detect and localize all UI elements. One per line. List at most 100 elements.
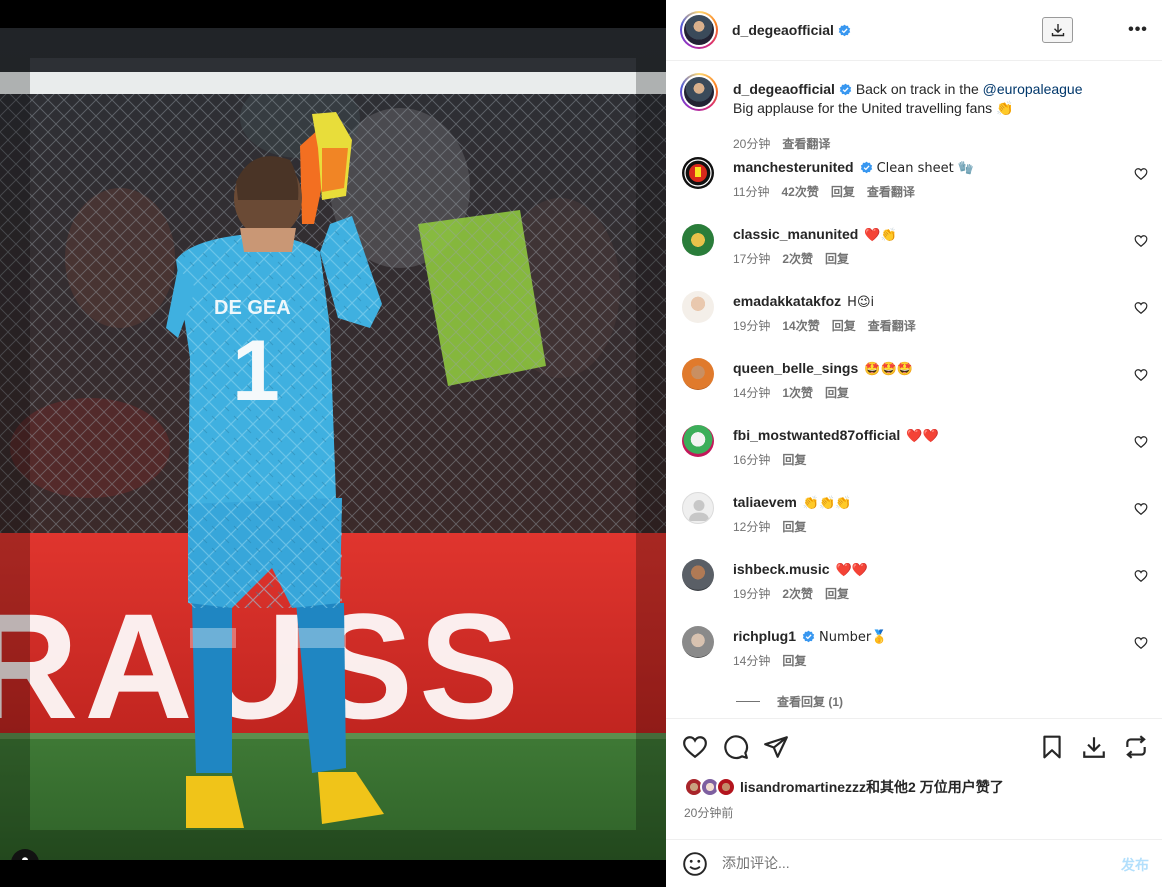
comment-avatar[interactable]	[682, 291, 714, 323]
comment-reply-button[interactable]: 回复	[825, 384, 849, 401]
comment-reply-button[interactable]: 回复	[782, 518, 806, 535]
comment-item: ishbeck.music ❤️❤️ 19分钟 2次赞 回复	[680, 559, 1150, 619]
download-action-icon[interactable]	[1081, 734, 1107, 760]
caption-translate-button[interactable]: 查看翻译	[782, 135, 830, 152]
comment-reply-button[interactable]: 回复	[782, 652, 806, 669]
comment-text: Number🥇	[819, 630, 888, 645]
comment-time: 19分钟	[733, 587, 771, 601]
comment-meta: 12分钟 回复	[733, 518, 806, 535]
comment-body: ishbeck.music ❤️❤️	[733, 560, 868, 580]
post-details-panel: d_degeaofficial ••• d_degeaofficial Back…	[666, 0, 1162, 887]
comment-avatar[interactable]	[682, 157, 714, 189]
comment-text: Clean sheet 🧤	[876, 161, 975, 176]
bookmark-icon[interactable]	[1039, 734, 1065, 760]
comment-username[interactable]: classic_manunited	[733, 226, 858, 242]
comment-reply-button[interactable]: 回复	[825, 250, 849, 267]
comment-likes[interactable]: 14次赞	[782, 317, 819, 334]
comment-time: 12分钟	[733, 520, 771, 534]
comment-heart-icon[interactable]	[1134, 301, 1148, 315]
comment-meta: 14分钟 1次赞 回复	[733, 384, 849, 401]
comment-likes[interactable]: 2次赞	[782, 585, 813, 602]
emoji-icon[interactable]	[682, 851, 708, 877]
author-avatar[interactable]	[680, 11, 718, 49]
comment-username[interactable]: fbi_mostwanted87official	[733, 427, 900, 443]
download-icon[interactable]	[1042, 17, 1073, 43]
goalkeeper-photo: RAUSS DE GEA 1	[0, 28, 666, 860]
comment-meta: 16分钟 回复	[733, 451, 806, 468]
comment-reply-button[interactable]: 回复	[831, 183, 855, 200]
caption-username[interactable]: d_degeaofficial	[733, 81, 835, 97]
replies-divider	[736, 701, 760, 702]
comment-username[interactable]: queen_belle_sings	[733, 360, 858, 376]
comment-body: classic_manunited ❤️👏	[733, 225, 897, 245]
comment-heart-icon[interactable]	[1134, 569, 1148, 583]
comments-list: d_degeaofficial Back on track in the @eu…	[666, 61, 1162, 719]
verified-badge-icon	[860, 161, 872, 174]
caption-mention[interactable]: @europaleague	[983, 81, 1083, 97]
comment-translate-button[interactable]: 查看翻译	[867, 183, 915, 200]
default-avatar-icon[interactable]	[682, 492, 714, 524]
repost-icon[interactable]	[1123, 734, 1149, 760]
comment-meta: 19分钟 14次赞 回复 查看翻译	[733, 317, 916, 334]
comment-body: fbi_mostwanted87official ❤️❤️	[733, 426, 939, 446]
comment-body: queen_belle_sings 🤩🤩🤩	[733, 359, 913, 379]
likes-text: lisandromartinezzz和其他2 万位用户赞了	[740, 779, 1004, 795]
comment-likes[interactable]: 2次赞	[782, 250, 813, 267]
comment-heart-icon[interactable]	[1134, 435, 1148, 449]
share-icon[interactable]	[763, 734, 789, 760]
comment-text: ❤️❤️	[906, 429, 939, 444]
comment-reply-button[interactable]: 回复	[782, 451, 806, 468]
caption-avatar[interactable]	[680, 73, 718, 111]
heart-icon[interactable]	[682, 734, 708, 760]
comment-username[interactable]: manchesterunited	[733, 159, 854, 175]
post-header: d_degeaofficial •••	[666, 0, 1162, 61]
comment-meta: 11分钟 42次赞 回复 查看翻译	[733, 183, 915, 200]
comment-avatar[interactable]	[682, 358, 714, 390]
comment-text: ❤️👏	[864, 228, 897, 243]
post-button[interactable]: 发布	[1121, 855, 1149, 875]
action-bar	[666, 720, 1162, 774]
comment-likes[interactable]: 42次赞	[781, 183, 818, 200]
jersey-number: 1	[232, 323, 280, 419]
caption-meta: 20分钟 查看翻译	[733, 135, 830, 152]
comment-avatar[interactable]	[682, 425, 714, 457]
jersey-name: DE GEA	[214, 297, 291, 319]
comment-heart-icon[interactable]	[1134, 167, 1148, 181]
comment-text: H😉i	[847, 295, 875, 310]
caption-time: 20分钟	[733, 137, 771, 151]
comment-heart-icon[interactable]	[1134, 636, 1148, 650]
comment-item: richplug1 Number🥇 14分钟 回复	[680, 626, 1150, 686]
verified-badge-icon	[802, 630, 815, 643]
comment-reply-button[interactable]: 回复	[832, 317, 856, 334]
liker-avatar	[716, 777, 736, 797]
comment-item: classic_manunited ❤️👏 17分钟 2次赞 回复	[680, 224, 1150, 284]
comment-avatar[interactable]	[682, 224, 714, 256]
comment-body: manchesterunited Clean sheet 🧤	[733, 158, 974, 178]
likes-summary[interactable]: lisandromartinezzz和其他2 万位用户赞了	[684, 776, 1004, 798]
author-username[interactable]: d_degeaofficial	[732, 22, 834, 38]
comment-heart-icon[interactable]	[1134, 368, 1148, 382]
verified-badge-icon	[839, 83, 852, 96]
comment-body: emadakkatakfoz H😉i	[733, 292, 874, 312]
posted-time: 20分钟前	[684, 806, 734, 820]
comment-time: 16分钟	[733, 453, 771, 467]
comment-translate-button[interactable]: 查看翻译	[868, 317, 916, 334]
instagram-post-modal: RAUSS DE GEA 1 d_degeaofficial ••• d_deg…	[0, 0, 1162, 887]
comment-username[interactable]: emadakkatakfoz	[733, 293, 841, 309]
comment-username[interactable]: ishbeck.music	[733, 561, 830, 577]
caption-text: d_degeaofficial Back on track in the @eu…	[733, 80, 1143, 118]
post-photo: RAUSS DE GEA 1	[0, 28, 666, 860]
comment-heart-icon[interactable]	[1134, 234, 1148, 248]
more-icon[interactable]: •••	[1126, 18, 1150, 42]
comment-heart-icon[interactable]	[1134, 502, 1148, 516]
comment-avatar[interactable]	[682, 559, 714, 591]
comment-avatar[interactable]	[682, 626, 714, 658]
view-replies-button[interactable]: 查看回复 (1)	[736, 693, 843, 710]
comment-reply-button[interactable]: 回复	[825, 585, 849, 602]
comment-icon[interactable]	[723, 734, 749, 760]
comment-text: 🤩🤩🤩	[864, 362, 913, 377]
comment-likes[interactable]: 1次赞	[782, 384, 813, 401]
comment-input[interactable]	[722, 852, 1092, 874]
comment-username[interactable]: taliaevem	[733, 494, 797, 510]
comment-username[interactable]: richplug1	[733, 628, 796, 644]
